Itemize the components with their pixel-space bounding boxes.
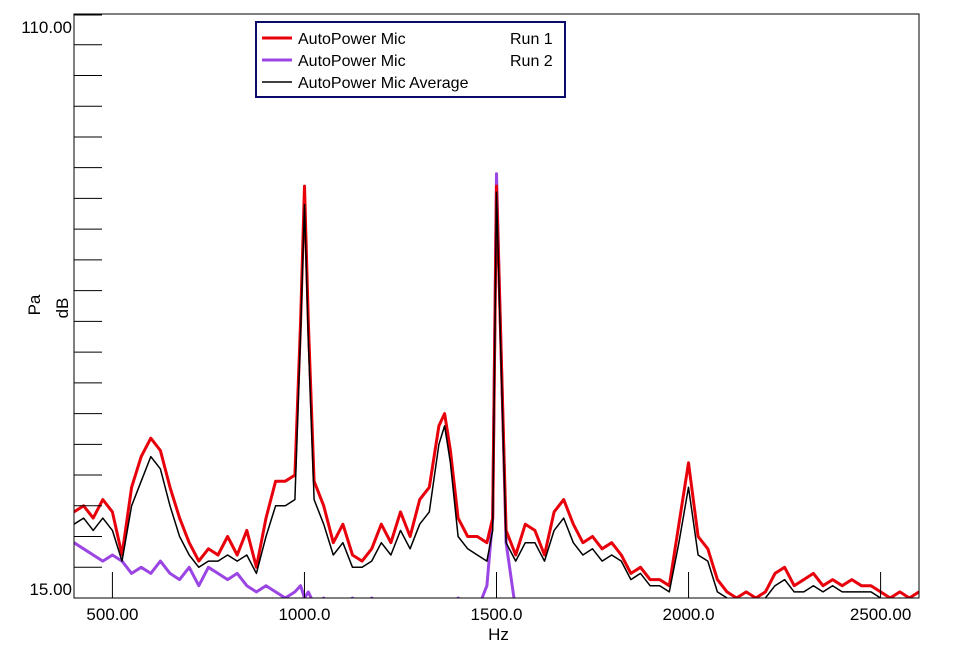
legend-label-average: AutoPower Mic Average: [298, 75, 469, 92]
y-axis-label-scale: dB: [53, 298, 72, 319]
legend-label-run1: AutoPower Mic: [298, 31, 406, 48]
legend-run2-tag: Run 2: [510, 53, 553, 70]
y-tick-label: 110.00: [21, 18, 72, 37]
autopower-chart: 500.00 1000.0 1500.0 2000.0 2500.00 110.00 15.…: [0, 0, 957, 646]
y-axis-label-unit: Pa: [25, 294, 44, 315]
x-tick-label: 500.00: [86, 605, 138, 624]
x-tick-label: 1500.0: [471, 605, 523, 624]
legend-run1-tag: Run 1: [510, 31, 553, 48]
x-tick-label: 1000.0: [278, 605, 330, 624]
y-tick-label: 15.00: [29, 580, 72, 599]
x-tick-label: 2500.00: [850, 605, 911, 624]
x-tick-label: 2000.0: [663, 605, 715, 624]
legend-label-run2: AutoPower Mic: [298, 53, 406, 70]
x-axis-label: Hz: [488, 625, 509, 644]
legend: AutoPower Mic Run 1 AutoPower Mic Run 2 …: [255, 21, 566, 98]
